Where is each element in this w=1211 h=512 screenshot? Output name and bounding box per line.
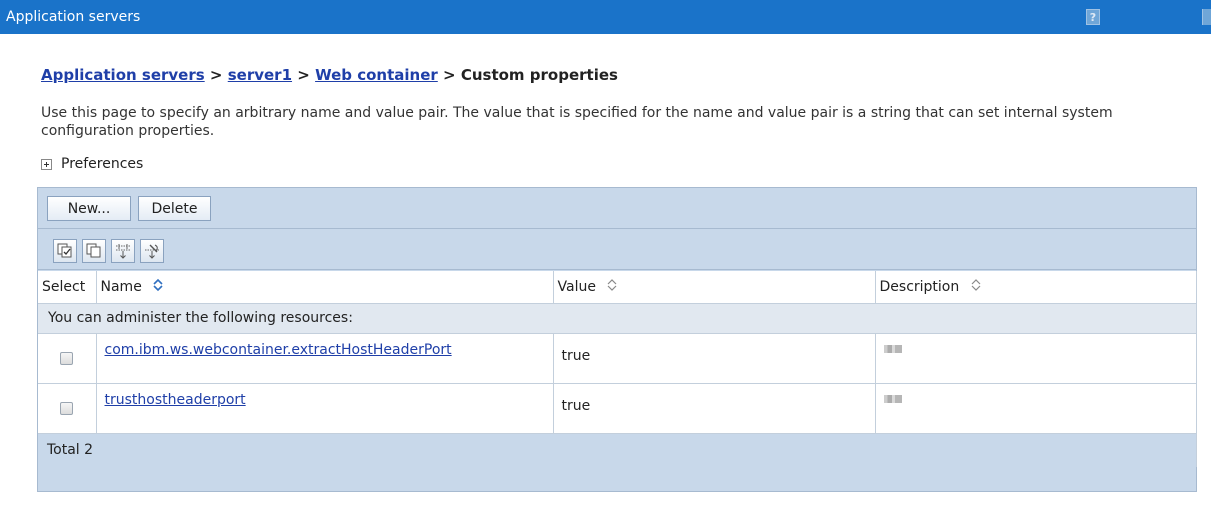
action-toolbar: New... Delete — [38, 188, 1196, 229]
preferences-label[interactable]: Preferences — [61, 156, 143, 172]
clear-filter-icon[interactable] — [140, 239, 164, 263]
window-titlebar: Application servers ? — [0, 0, 1211, 34]
info-row: You can administer the following resourc… — [38, 303, 1197, 334]
preferences-toggle[interactable]: Preferences — [41, 156, 143, 172]
breadcrumb-separator: > — [209, 66, 223, 84]
delete-button[interactable]: Delete — [138, 196, 211, 221]
column-header-value-label[interactable]: Value — [558, 279, 596, 295]
breadcrumb-link-web-container[interactable]: Web container — [315, 66, 438, 84]
column-header-value[interactable]: Value — [553, 271, 876, 304]
property-name-link[interactable]: trusthostheaderport — [105, 392, 246, 408]
deselect-all-icon[interactable] — [82, 239, 106, 263]
row-name-cell: com.ibm.ws.webcontainer.extractHostHeade… — [96, 333, 554, 384]
total-row: Total 2 — [38, 433, 1197, 467]
column-header-description[interactable]: Description — [875, 271, 1197, 304]
window-title: Application servers — [6, 9, 141, 25]
row-value-cell: true — [553, 333, 876, 384]
sort-icon[interactable] — [970, 278, 982, 296]
property-value: true — [561, 398, 591, 414]
table-row: com.ibm.ws.webcontainer.extractHostHeade… — [38, 333, 1197, 384]
column-header-name[interactable]: Name — [96, 271, 554, 304]
page-description: Use this page to specify an arbitrary na… — [41, 105, 1113, 139]
row-checkbox[interactable] — [60, 351, 74, 365]
breadcrumb-separator: > — [443, 66, 456, 84]
total-count: Total 2 — [38, 433, 1197, 467]
icon-toolbar — [38, 230, 1196, 270]
sort-ascending-icon[interactable] — [152, 278, 164, 296]
info-row-text: You can administer the following resourc… — [38, 303, 1197, 334]
redacted-description — [883, 345, 902, 353]
row-select-cell — [38, 383, 97, 434]
custom-properties-table: Select Name Value Description You can ad… — [38, 271, 1197, 467]
row-name-cell: trusthostheaderport — [96, 383, 554, 434]
row-description-cell — [875, 383, 1197, 434]
minimize-icon[interactable] — [1202, 9, 1211, 25]
redacted-description — [883, 395, 902, 403]
row-description-cell — [875, 333, 1197, 384]
sort-icon[interactable] — [606, 278, 618, 296]
show-filter-icon[interactable] — [111, 239, 135, 263]
column-header-name-label[interactable]: Name — [101, 279, 142, 295]
property-value: true — [561, 348, 591, 364]
property-name-link[interactable]: com.ibm.ws.webcontainer.extractHostHeade… — [105, 342, 452, 358]
new-button[interactable]: New... — [47, 196, 131, 221]
table-row: trusthostheaderport true — [38, 383, 1197, 434]
expand-plus-icon[interactable] — [41, 158, 52, 170]
row-value-cell: true — [553, 383, 876, 434]
column-header-select: Select — [38, 271, 97, 304]
collection-panel: New... Delete Select Name Value Descript… — [37, 187, 1197, 492]
table-header-row: Select Name Value Description — [38, 271, 1197, 304]
row-checkbox[interactable] — [60, 401, 74, 415]
breadcrumb-separator: > — [297, 66, 310, 84]
breadcrumb-current: Custom properties — [460, 66, 618, 84]
breadcrumb: Application servers > server1 > Web cont… — [41, 66, 618, 84]
breadcrumb-link-server1[interactable]: server1 — [228, 66, 292, 84]
column-header-description-label[interactable]: Description — [880, 279, 960, 295]
help-icon[interactable]: ? — [1086, 9, 1100, 25]
select-all-icon[interactable] — [53, 239, 77, 263]
breadcrumb-link-application-servers[interactable]: Application servers — [41, 66, 205, 84]
row-select-cell — [38, 333, 97, 384]
